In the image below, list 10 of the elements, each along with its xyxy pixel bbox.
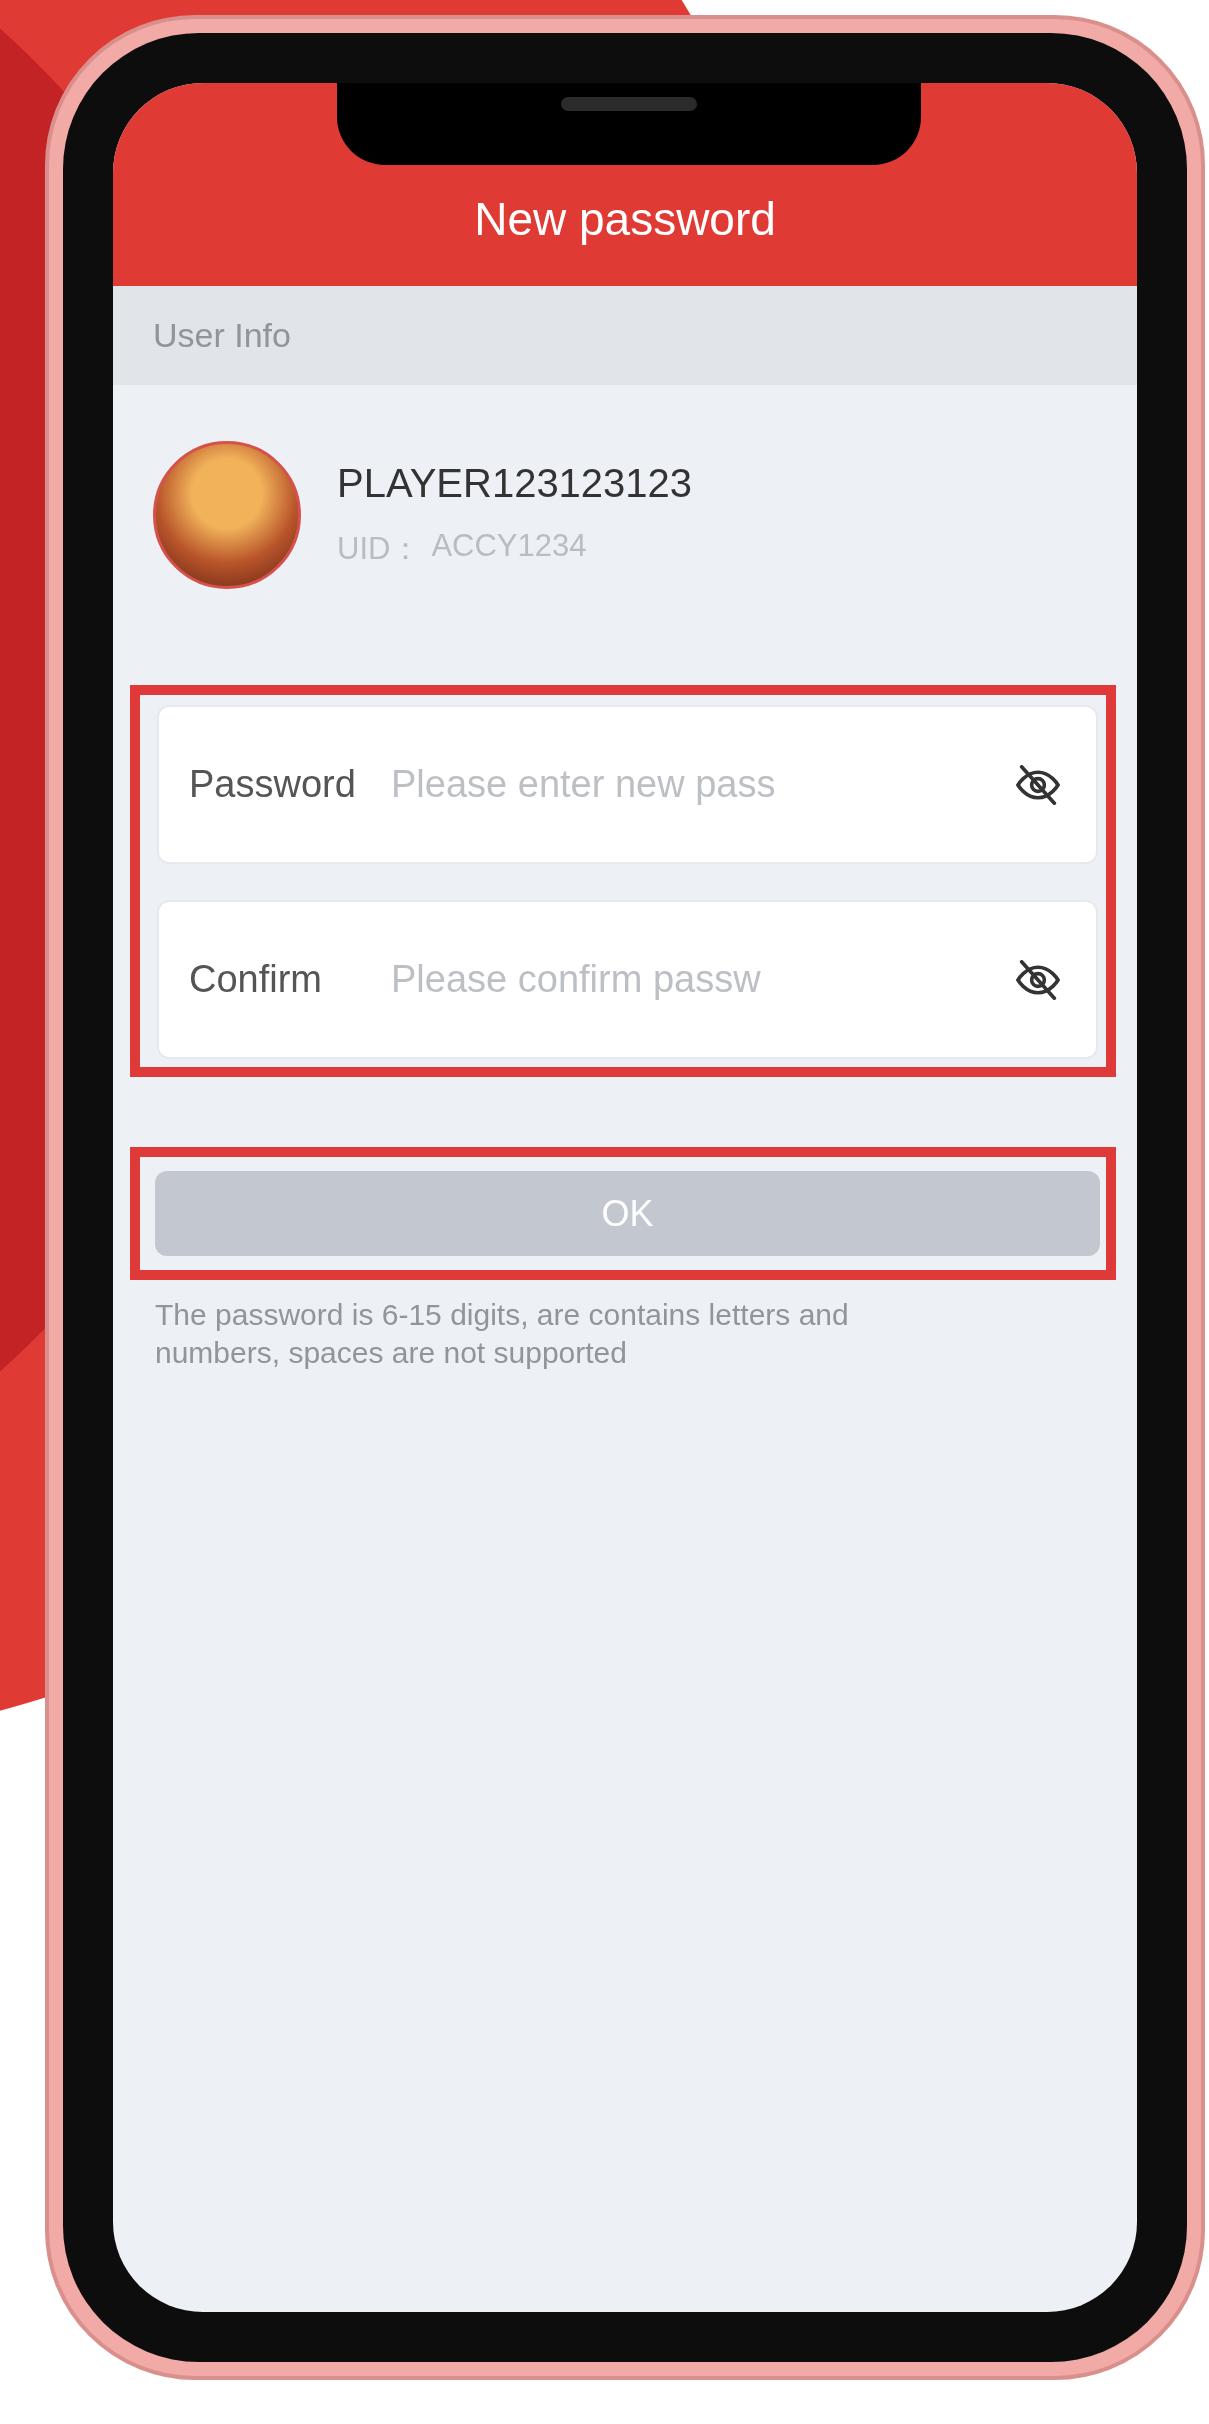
user-name: PLAYER123123123 xyxy=(337,460,693,506)
field-label: Confirm xyxy=(189,958,324,1001)
page-title: New password xyxy=(474,192,776,246)
password-input[interactable]: Please confirm passw xyxy=(389,957,994,1002)
password-input[interactable]: Please enter new pass xyxy=(389,762,994,807)
eye-off-icon xyxy=(1016,959,1060,1000)
field-label: Password xyxy=(189,763,357,806)
section-title: User Info xyxy=(153,316,291,355)
eye-off-icon xyxy=(1016,764,1060,805)
password-hint: The password is 6-15 digits, are contains letters and numbers, spaces are not supported xyxy=(155,1297,850,1371)
